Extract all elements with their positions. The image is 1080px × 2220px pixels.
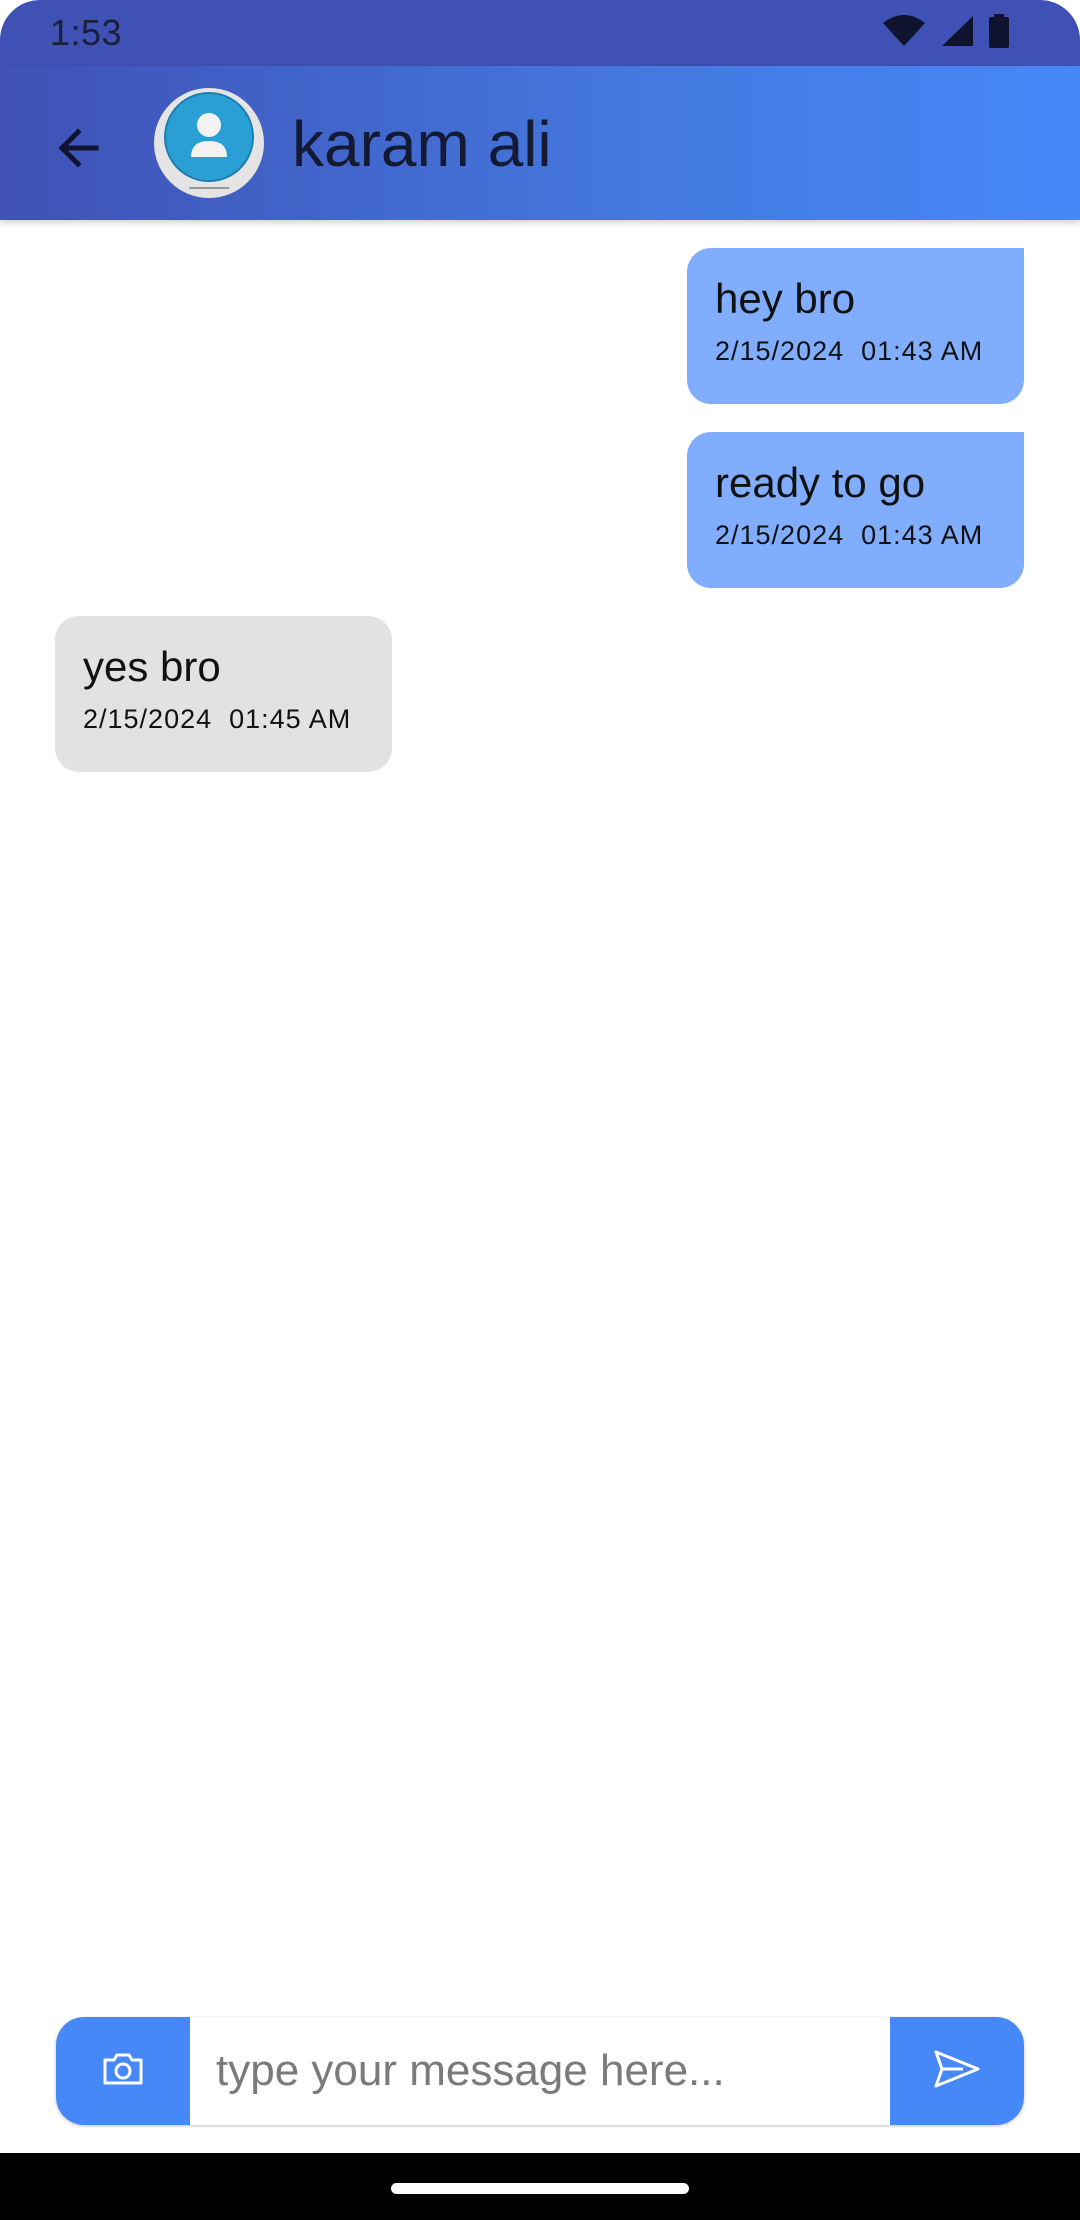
home-gesture-handle[interactable] bbox=[391, 2183, 689, 2194]
status-icons bbox=[882, 13, 1010, 53]
camera-icon bbox=[101, 2051, 145, 2092]
cellular-signal-icon bbox=[940, 15, 974, 52]
message-list: hey bro 2/15/2024 01:43 AM ready to go 2… bbox=[0, 220, 1080, 2000]
arrow-back-icon bbox=[56, 126, 100, 175]
status-bar: 1:53 bbox=[0, 0, 1080, 66]
message-text: yes bro bbox=[83, 643, 221, 690]
message-timestamp: 2/15/2024 01:45 AM bbox=[83, 704, 352, 734]
message-timestamp: 2/15/2024 01:43 AM bbox=[715, 336, 984, 366]
chat-screen: 1:53 karam ali hey bro 2/15/2024 01:43 A… bbox=[0, 0, 1080, 2220]
contact-avatar-icon bbox=[161, 91, 257, 196]
avatar[interactable] bbox=[154, 88, 264, 198]
contact-name: karam ali bbox=[292, 108, 552, 180]
message-timestamp: 2/15/2024 01:43 AM bbox=[715, 520, 984, 550]
battery-icon bbox=[988, 13, 1010, 53]
back-button[interactable] bbox=[38, 110, 118, 190]
message-composer bbox=[56, 2017, 1024, 2125]
send-icon bbox=[933, 2049, 981, 2094]
wifi-icon bbox=[882, 14, 926, 52]
message-bubble-outgoing[interactable]: hey bro 2/15/2024 01:43 AM bbox=[687, 248, 1024, 404]
message-text: ready to go bbox=[715, 459, 926, 506]
send-button[interactable] bbox=[890, 2017, 1024, 2125]
status-time: 1:53 bbox=[50, 12, 123, 53]
message-bubble-incoming[interactable]: yes bro 2/15/2024 01:45 AM bbox=[55, 616, 392, 772]
app-bar: karam ali bbox=[0, 66, 1080, 220]
camera-button[interactable] bbox=[56, 2017, 190, 2125]
message-text: hey bro bbox=[715, 275, 856, 322]
navigation-bar bbox=[0, 2153, 1080, 2220]
message-bubble-outgoing[interactable]: ready to go 2/15/2024 01:43 AM bbox=[687, 432, 1024, 588]
message-input[interactable] bbox=[190, 2017, 890, 2125]
